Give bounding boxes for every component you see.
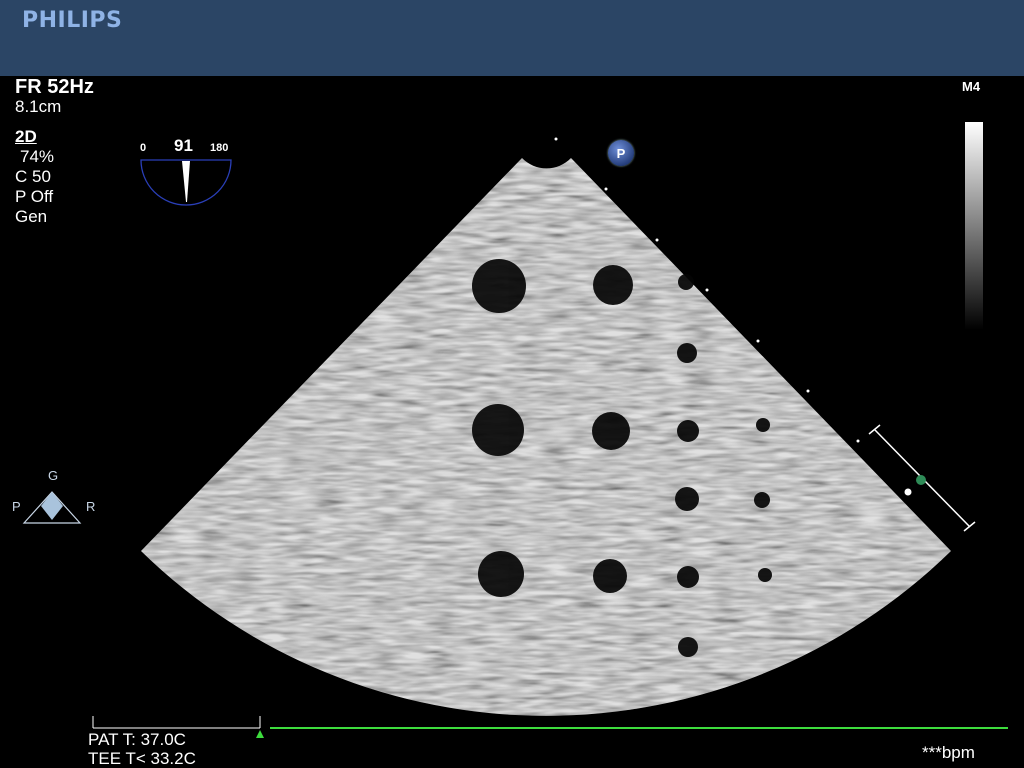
focus-marker-icon bbox=[916, 475, 926, 485]
patient-temp: PAT T: 37.0C bbox=[88, 730, 186, 749]
heart-rate: ***bpm bbox=[922, 743, 975, 762]
orientation-diamond-icon bbox=[22, 491, 82, 524]
transducer-label: M4 bbox=[962, 79, 981, 94]
focus-dot-icon bbox=[904, 488, 912, 496]
orientation-marker: G P R bbox=[10, 468, 100, 538]
grayscale-bar bbox=[965, 122, 983, 330]
temperature-readout: PAT T: 37.0C TEE T< 33.2C bbox=[88, 730, 196, 768]
ultrasound-image bbox=[141, 137, 976, 716]
tee-temp: TEE T< 33.2C bbox=[88, 749, 196, 768]
probe-badge: P bbox=[608, 140, 634, 166]
ecg-trace-line bbox=[270, 727, 1008, 729]
